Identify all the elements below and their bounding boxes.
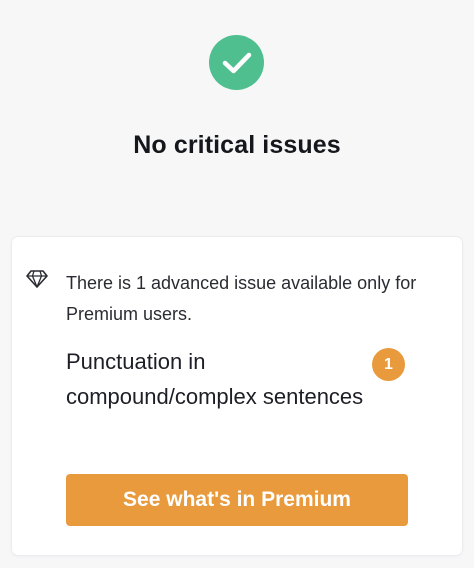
check-circle-icon [209,35,264,90]
status-title: No critical issues [133,131,341,159]
premium-issues-card: There is 1 advanced issue available only… [12,237,462,555]
diamond-icon [26,269,48,289]
issue-title[interactable]: Punctuation in compound/complex sentence… [66,344,366,414]
issue-count-badge: 1 [372,348,405,381]
premium-note: There is 1 advanced issue available only… [66,273,417,324]
see-premium-button[interactable]: See what's in Premium [66,474,408,526]
